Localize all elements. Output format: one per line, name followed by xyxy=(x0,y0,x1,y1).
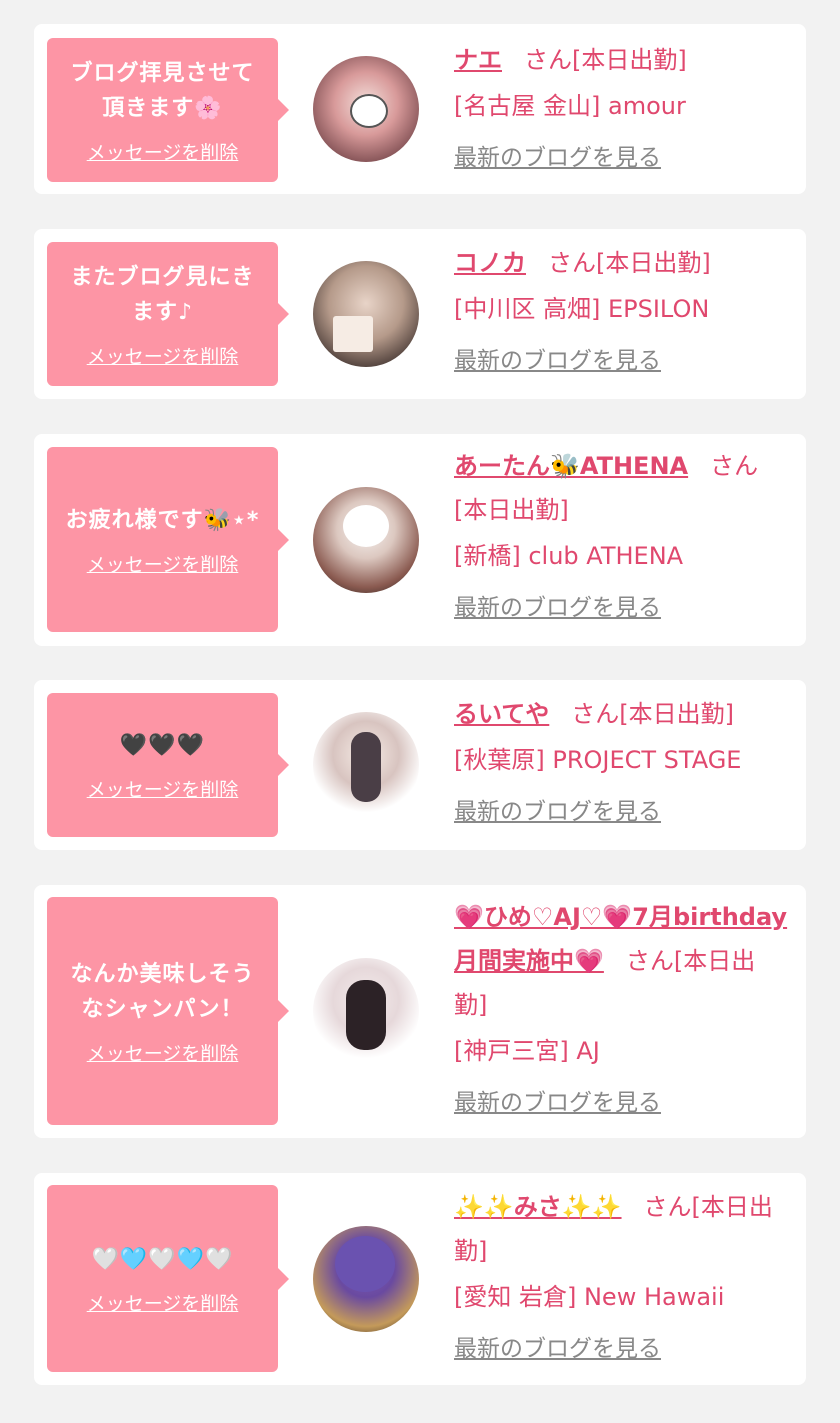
avatar[interactable] xyxy=(313,487,419,593)
message-bubble: 🖤🖤🖤 メッセージを削除 xyxy=(47,693,289,837)
message-bubble: 🤍🩵🤍🩵🤍 メッセージを削除 xyxy=(47,1185,289,1372)
cast-name-line: コノカ さん[本日出勤] xyxy=(454,241,788,285)
avatar[interactable] xyxy=(313,261,419,367)
avatar[interactable] xyxy=(313,1226,419,1332)
cast-name-link[interactable]: るいてや xyxy=(454,700,549,728)
shop-label: [名古屋 金山] amour xyxy=(454,92,686,120)
cast-name-link[interactable]: あーたん🐝ATHENA xyxy=(454,452,688,480)
cast-name-link[interactable]: ✨✨みさ✨✨ xyxy=(454,1193,622,1221)
message-text: 🖤🖤🖤 xyxy=(119,733,206,758)
cast-info: ナエ さん[本日出勤] [名古屋 金山] amour 最新のブログを見る xyxy=(454,38,788,172)
face-cover-icon xyxy=(335,1236,395,1292)
message-card: またブログ見にき ます♪ メッセージを削除 コノカ さん[本日出勤] [中川区 高… xyxy=(34,229,806,399)
message-bubble: またブログ見にき ます♪ メッセージを削除 xyxy=(47,242,289,386)
message-card: 🤍🩵🤍🩵🤍 メッセージを削除 ✨✨みさ✨✨ さん[本日出勤] [愛知 岩倉] Ne… xyxy=(34,1173,806,1385)
shop-label: [新橋] club ATHENA xyxy=(454,542,684,570)
latest-blog-link[interactable]: 最新のブログを見る xyxy=(454,588,661,622)
delete-message-link[interactable]: メッセージを削除 xyxy=(87,550,239,577)
latest-blog-link[interactable]: 最新のブログを見る xyxy=(454,138,661,172)
message-text: またブログ見にき ます♪ xyxy=(70,264,255,325)
avatar[interactable] xyxy=(313,56,419,162)
message-text: 🤍🩵🤍🩵🤍 xyxy=(91,1246,234,1272)
latest-blog-link[interactable]: 最新のブログを見る xyxy=(454,1083,661,1117)
cast-info: あーたん🐝ATHENA さん[本日出勤] [新橋] club ATHENA 最新の… xyxy=(454,444,788,622)
delete-message-link[interactable]: メッセージを削除 xyxy=(87,342,239,369)
cat-mask-icon xyxy=(343,505,389,547)
attendance-status: さん[本日出勤] xyxy=(548,249,711,277)
latest-blog-link[interactable]: 最新のブログを見る xyxy=(454,1329,661,1363)
face-sticker-icon xyxy=(350,94,388,128)
message-card: 🖤🖤🖤 メッセージを削除 るいてや さん[本日出勤] [秋葉原] PROJECT … xyxy=(34,680,806,850)
latest-blog-link[interactable]: 最新のブログを見る xyxy=(454,341,661,375)
cast-name-line: るいてや さん[本日出勤] xyxy=(454,692,788,736)
cast-info: コノカ さん[本日出勤] [中川区 高畑] EPSILON 最新のブログを見る xyxy=(454,241,788,375)
message-card: お疲れ様です🐝⋆* メッセージを削除 あーたん🐝ATHENA さん[本日出勤] [… xyxy=(34,434,806,646)
cast-name-link[interactable]: コノカ xyxy=(454,249,526,277)
shop-label: [秋葉原] PROJECT STAGE xyxy=(454,746,742,774)
message-bubble: なんか美味しそう なシャンパン！ メッセージを削除 xyxy=(47,897,289,1125)
message-bubble: ブログ拝見させて 頂きます🌸 メッセージを削除 xyxy=(47,38,289,182)
cast-name-line: あーたん🐝ATHENA さん[本日出勤] xyxy=(454,444,788,532)
cast-info: るいてや さん[本日出勤] [秋葉原] PROJECT STAGE 最新のブログを… xyxy=(454,692,788,826)
figure-icon xyxy=(351,732,381,802)
cast-info: ✨✨みさ✨✨ さん[本日出勤] [愛知 岩倉] New Hawaii 最新のブログ… xyxy=(454,1185,788,1363)
message-bubble: お疲れ様です🐝⋆* メッセージを削除 xyxy=(47,447,289,632)
message-text: お疲れ様です🐝⋆* xyxy=(65,507,260,533)
shop-label: [愛知 岩倉] New Hawaii xyxy=(454,1283,725,1311)
message-card: なんか美味しそう なシャンパン！ メッセージを削除 💗ひめ♡AJ♡💗7月birt… xyxy=(34,885,806,1138)
delete-message-link[interactable]: メッセージを削除 xyxy=(87,1039,239,1066)
shop-label: [神戸三宮] AJ xyxy=(454,1037,600,1065)
cast-name-link[interactable]: ナエ xyxy=(454,46,502,74)
shop-label: [中川区 高畑] EPSILON xyxy=(454,295,710,323)
figure-icon xyxy=(346,980,386,1050)
delete-message-link[interactable]: メッセージを削除 xyxy=(87,138,239,165)
message-text: ブログ拝見させて 頂きます🌸 xyxy=(70,60,255,121)
attendance-status: さん[本日出勤] xyxy=(524,46,687,74)
attendance-status: さん[本日出勤] xyxy=(571,700,735,728)
latest-blog-link[interactable]: 最新のブログを見る xyxy=(454,792,661,826)
delete-message-link[interactable]: メッセージを削除 xyxy=(87,1289,239,1316)
cast-name-line: ✨✨みさ✨✨ さん[本日出勤] xyxy=(454,1185,788,1273)
delete-message-link[interactable]: メッセージを削除 xyxy=(87,775,239,802)
message-text: なんか美味しそう なシャンパン！ xyxy=(70,961,255,1022)
message-card: ブログ拝見させて 頂きます🌸 メッセージを削除 ナエ さん[本日出勤] [名古屋 … xyxy=(34,24,806,194)
cast-name-line: ナエ さん[本日出勤] xyxy=(454,38,788,82)
avatar[interactable] xyxy=(313,712,419,818)
cast-name-line: 💗ひめ♡AJ♡💗7月birthday月間実施中💗 さん[本日出勤] xyxy=(454,895,788,1027)
photo-card-icon xyxy=(333,316,373,352)
cast-info: 💗ひめ♡AJ♡💗7月birthday月間実施中💗 さん[本日出勤] [神戸三宮] … xyxy=(454,895,788,1117)
avatar[interactable] xyxy=(313,958,419,1064)
